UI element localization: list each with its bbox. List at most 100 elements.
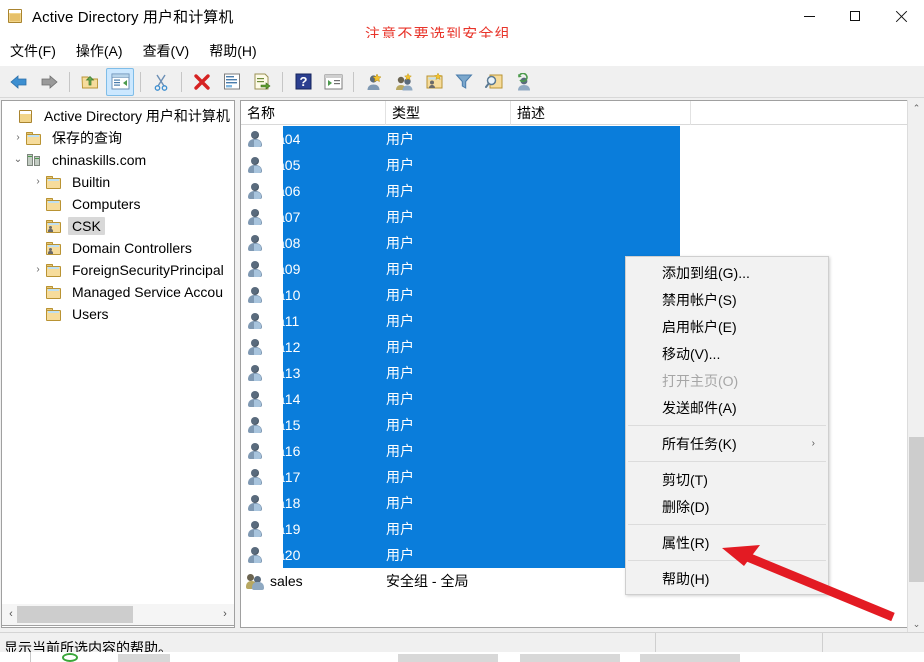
- scroll-up-arrow-icon[interactable]: ⌃: [908, 100, 924, 117]
- forward-icon[interactable]: [35, 68, 63, 96]
- tree-item-users[interactable]: Users: [2, 303, 234, 325]
- table-row[interactable]: sa08 用户: [241, 230, 922, 256]
- tree-item-label: Users: [72, 306, 109, 322]
- new-ou-icon[interactable]: [420, 68, 448, 96]
- tree-item-label: CSK: [68, 217, 105, 235]
- tree-item-saved-queries[interactable]: › 保存的查询: [2, 127, 234, 149]
- ctx-move[interactable]: 移动(V)...: [626, 340, 828, 367]
- user-icon: [246, 390, 264, 408]
- chevron-down-icon[interactable]: ⌄: [10, 155, 26, 165]
- ctx-delete[interactable]: 删除(D): [626, 493, 828, 520]
- new-user-icon[interactable]: [360, 68, 388, 96]
- row-name: sa13: [270, 365, 301, 381]
- filter-icon[interactable]: [450, 68, 478, 96]
- scroll-thumb-vertical[interactable]: [909, 437, 924, 582]
- tree-horizontal-scrollbar[interactable]: ‹ ›: [1, 604, 235, 626]
- row-type: 用户: [386, 313, 414, 329]
- ctx-add-to-group[interactable]: 添加到组(G)...: [626, 259, 828, 286]
- chevron-right-icon[interactable]: ›: [30, 177, 46, 187]
- user-icon: [246, 338, 264, 356]
- taskbar-item[interactable]: [520, 654, 620, 662]
- tree-item-domain[interactable]: ⌄ chinaskills.com: [2, 149, 234, 171]
- chevron-right-icon[interactable]: ›: [30, 265, 46, 275]
- delete-icon[interactable]: [188, 68, 216, 96]
- scroll-down-arrow-icon[interactable]: ⌄: [908, 616, 924, 633]
- run-console-icon[interactable]: [319, 68, 347, 96]
- ctx-enable-account[interactable]: 启用帐户(E): [626, 313, 828, 340]
- user-icon: [246, 182, 264, 200]
- user-icon: [246, 494, 264, 512]
- close-icon: [895, 10, 908, 23]
- context-menu: 添加到组(G)... 禁用帐户(S) 启用帐户(E) 移动(V)... 打开主页…: [625, 256, 829, 595]
- ctx-send-mail[interactable]: 发送邮件(A): [626, 394, 828, 421]
- menu-action[interactable]: 操作(A): [66, 39, 133, 63]
- taskbar-app-icon[interactable]: [62, 653, 78, 662]
- tree-list: Active Directory 用户和计算机 [ › 保存的查询 ⌄ chin…: [2, 105, 234, 325]
- question-mark-glyph: ?: [295, 73, 311, 90]
- tree-item-domain-controllers[interactable]: Domain Controllers: [2, 237, 234, 259]
- row-type: 用户: [386, 443, 414, 459]
- menu-help[interactable]: 帮助(H): [199, 39, 266, 63]
- ctx-properties[interactable]: 属性(R): [626, 529, 828, 556]
- user-icon: [246, 468, 264, 486]
- table-row[interactable]: sa05 用户: [241, 152, 922, 178]
- properties-icon[interactable]: [218, 68, 246, 96]
- back-arrow-glyph: [10, 74, 27, 89]
- tree-item-console-root[interactable]: Active Directory 用户和计算机 [: [2, 105, 234, 127]
- ctx-all-tasks[interactable]: 所有任务(K) ›: [626, 430, 828, 457]
- row-name: sa19: [270, 521, 301, 537]
- column-type[interactable]: 类型: [386, 101, 511, 125]
- cut-icon[interactable]: [147, 68, 175, 96]
- table-row[interactable]: sa06 用户: [241, 178, 922, 204]
- row-type: 用户: [386, 365, 414, 381]
- window-controls: [786, 0, 924, 32]
- taskbar-item[interactable]: [118, 654, 170, 662]
- taskbar-item[interactable]: [398, 654, 498, 662]
- minimize-button[interactable]: [786, 0, 832, 32]
- tree-item-builtin[interactable]: › Builtin: [2, 171, 234, 193]
- column-description[interactable]: 描述: [511, 101, 691, 125]
- row-name: sa17: [270, 469, 301, 485]
- list-column-header: 名称 类型 描述: [241, 101, 922, 125]
- tree-item-managed-service-accounts[interactable]: Managed Service Accou: [2, 281, 234, 303]
- help-icon[interactable]: ?: [289, 68, 317, 96]
- ctx-help[interactable]: 帮助(H): [626, 565, 828, 592]
- tree-item-foreignsecurityprincipals[interactable]: › ForeignSecurityPrincipal: [2, 259, 234, 281]
- row-type: 用户: [386, 183, 414, 199]
- taskbar-divider: [30, 652, 31, 662]
- new-user-glyph: [367, 72, 382, 90]
- user-icon: [246, 234, 264, 252]
- scissors-glyph: [154, 74, 168, 91]
- table-row[interactable]: sa07 用户: [241, 204, 922, 230]
- taskbar-item[interactable]: [640, 654, 740, 662]
- chevron-right-icon[interactable]: ›: [10, 133, 26, 143]
- row-type: 用户: [386, 261, 414, 277]
- new-group-icon[interactable]: [390, 68, 418, 96]
- find-icon[interactable]: [480, 68, 508, 96]
- export-list-icon[interactable]: [248, 68, 276, 96]
- toolbar-separator: [140, 71, 141, 92]
- row-name: sa08: [270, 235, 301, 251]
- chevron-right-icon: ›: [811, 438, 815, 449]
- scroll-right-arrow-icon[interactable]: ›: [216, 604, 234, 624]
- show-hide-console-tree-icon[interactable]: [106, 67, 134, 96]
- ctx-cut[interactable]: 剪切(T): [626, 466, 828, 493]
- scroll-thumb-horizontal[interactable]: [17, 606, 133, 623]
- menu-view[interactable]: 查看(V): [133, 39, 200, 63]
- saved-query-icon[interactable]: [510, 68, 538, 96]
- maximize-button[interactable]: [832, 0, 878, 32]
- up-one-level-icon[interactable]: [76, 68, 104, 96]
- row-type: 用户: [386, 131, 414, 147]
- menu-file[interactable]: 文件(F): [0, 39, 66, 63]
- window-vertical-scrollbar[interactable]: ⌃ ⌄: [907, 100, 924, 633]
- column-name[interactable]: 名称: [241, 101, 386, 125]
- taskbar-sliver: [0, 652, 924, 662]
- back-icon[interactable]: [5, 68, 33, 96]
- table-row[interactable]: sa04 用户: [241, 126, 922, 152]
- row-type: 用户: [386, 339, 414, 355]
- domain-icon: [26, 153, 43, 168]
- ctx-disable-account[interactable]: 禁用帐户(S): [626, 286, 828, 313]
- close-button[interactable]: [878, 0, 924, 32]
- tree-item-computers[interactable]: Computers: [2, 193, 234, 215]
- tree-item-csk[interactable]: CSK: [2, 215, 234, 237]
